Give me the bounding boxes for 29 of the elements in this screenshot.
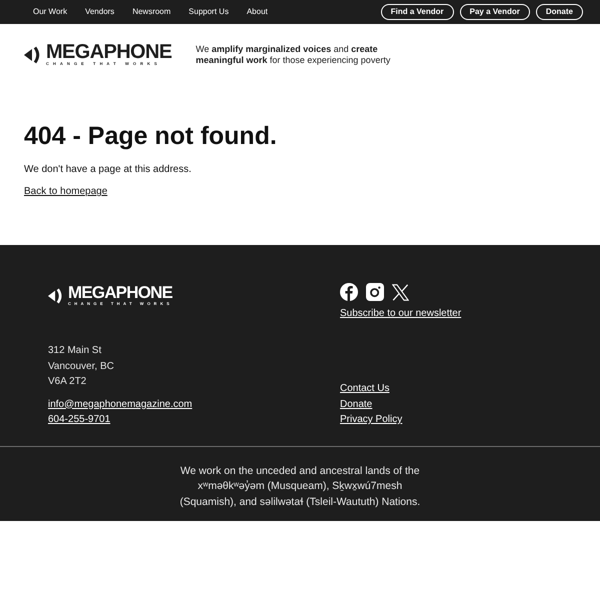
footer-link[interactable]: Donate (340, 396, 372, 412)
logo-icon (24, 46, 42, 64)
nav-link[interactable]: Newsroom (132, 8, 171, 16)
contact-link[interactable]: info@megaphonemagazine.com (48, 396, 192, 412)
homepage-link[interactable]: Back to homepage (24, 185, 108, 199)
logo-wordmark: MEGAPHONE (46, 43, 172, 61)
mission-statement: We amplify marginalized voices and create meaningful work for those experiencing poverty (196, 44, 392, 66)
newsletter-link[interactable]: Subscribe to our newsletter (340, 307, 462, 321)
page-heading: 404 - Page not found. (24, 122, 277, 150)
footer-link[interactable]: Privacy Policy (340, 412, 402, 428)
nav-button[interactable]: Donate (536, 4, 583, 20)
footer-link[interactable]: Contact Us (340, 381, 390, 396)
nav-link[interactable]: About (246, 8, 268, 16)
address-line: V6A 2T2 (48, 375, 86, 389)
contact-link[interactable]: 604-255-9701 (48, 412, 110, 428)
error-message: We don't have a page at this address. (24, 163, 192, 177)
nav-link[interactable]: Our Work (33, 8, 68, 16)
address-line: 312 Main St (48, 344, 102, 358)
land-acknowledgement: We work on the unceded and ancestral lands of the xʷməθkʷəy̓əm (Musqueam), Sḵwx̱wú7mesh (Squamish), and səlilwətaɬ (Tsleil-Waututh) Nations. (178, 464, 422, 510)
x-logo-icon (392, 284, 409, 300)
facebook-icon (340, 283, 358, 301)
logo-icon (48, 288, 64, 304)
nav-link[interactable]: Support Us (188, 8, 229, 16)
nav-button[interactable]: Find a Vendor (380, 4, 454, 20)
address-line: Vancouver, BC (48, 360, 114, 374)
nav-link[interactable]: Vendors (85, 8, 114, 16)
logo-wordmark: MEGAPHONE (68, 285, 172, 301)
instagram-icon (366, 283, 384, 301)
nav-button[interactable]: Pay a Vendor (460, 4, 530, 20)
